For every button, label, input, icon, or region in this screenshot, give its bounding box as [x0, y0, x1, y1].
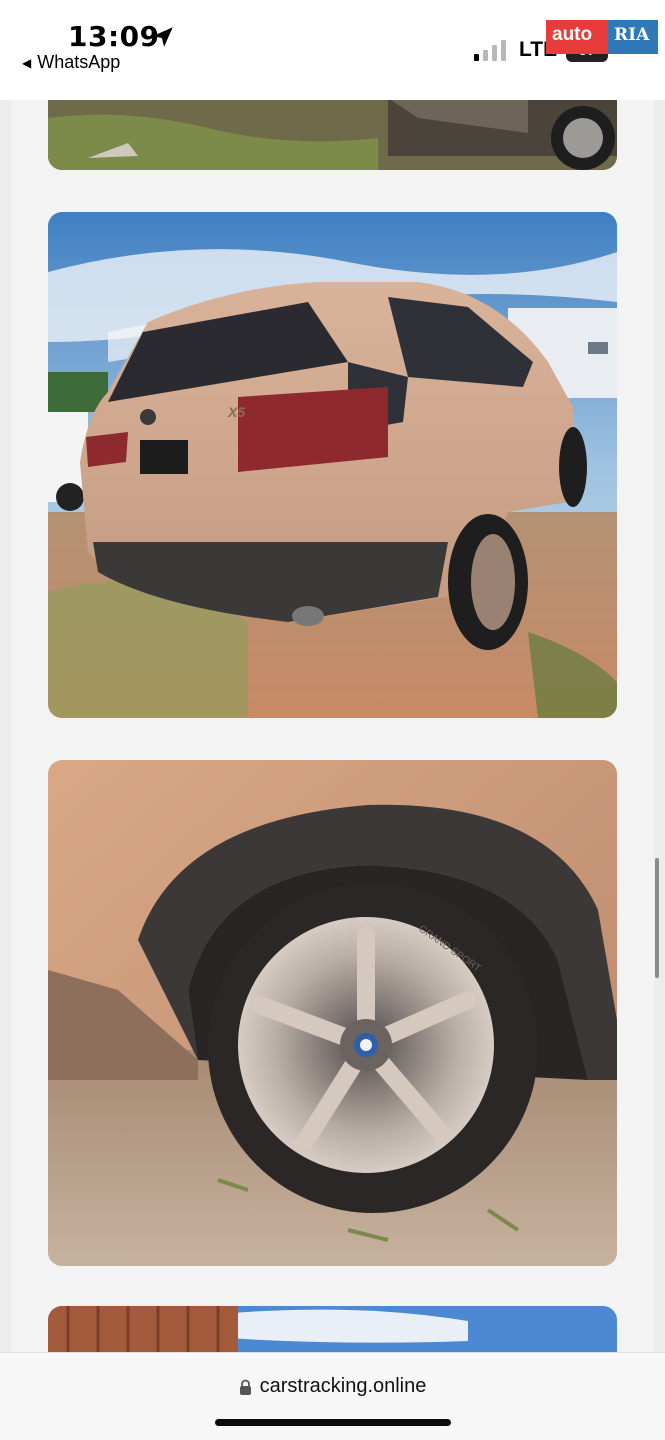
back-arrow-icon: ◀ [22, 55, 32, 70]
gallery-photo-2[interactable]: X5 [48, 212, 617, 718]
scroll-indicator[interactable] [655, 858, 659, 978]
url-text: carstracking.online [259, 1375, 427, 1397]
back-to-app-link[interactable]: ◀ WhatsApp [22, 52, 120, 73]
location-arrow-icon [153, 27, 173, 47]
home-indicator[interactable] [215, 1419, 451, 1426]
address-field[interactable]: carstracking.online [0, 1375, 665, 1398]
lock-icon [239, 1379, 251, 1395]
gallery-photo-4[interactable] [48, 1306, 617, 1352]
back-app-label: WhatsApp [37, 52, 121, 72]
gallery-photo-3[interactable]: GRAND SPORT [48, 760, 617, 1266]
cellular-signal-icon [474, 40, 506, 61]
browser-url-bar[interactable]: carstracking.online [0, 1352, 665, 1440]
clock: 13:09 [68, 20, 160, 53]
watermark-auto: auto [546, 20, 608, 54]
auto-ria-watermark: auto RIA [546, 20, 658, 54]
gallery-photo-1[interactable] [48, 100, 617, 170]
watermark-ria: RIA [608, 20, 658, 54]
gallery-page[interactable]: X5 GRAND SPORT [11, 100, 654, 1352]
model-badge: X5 [227, 404, 245, 420]
